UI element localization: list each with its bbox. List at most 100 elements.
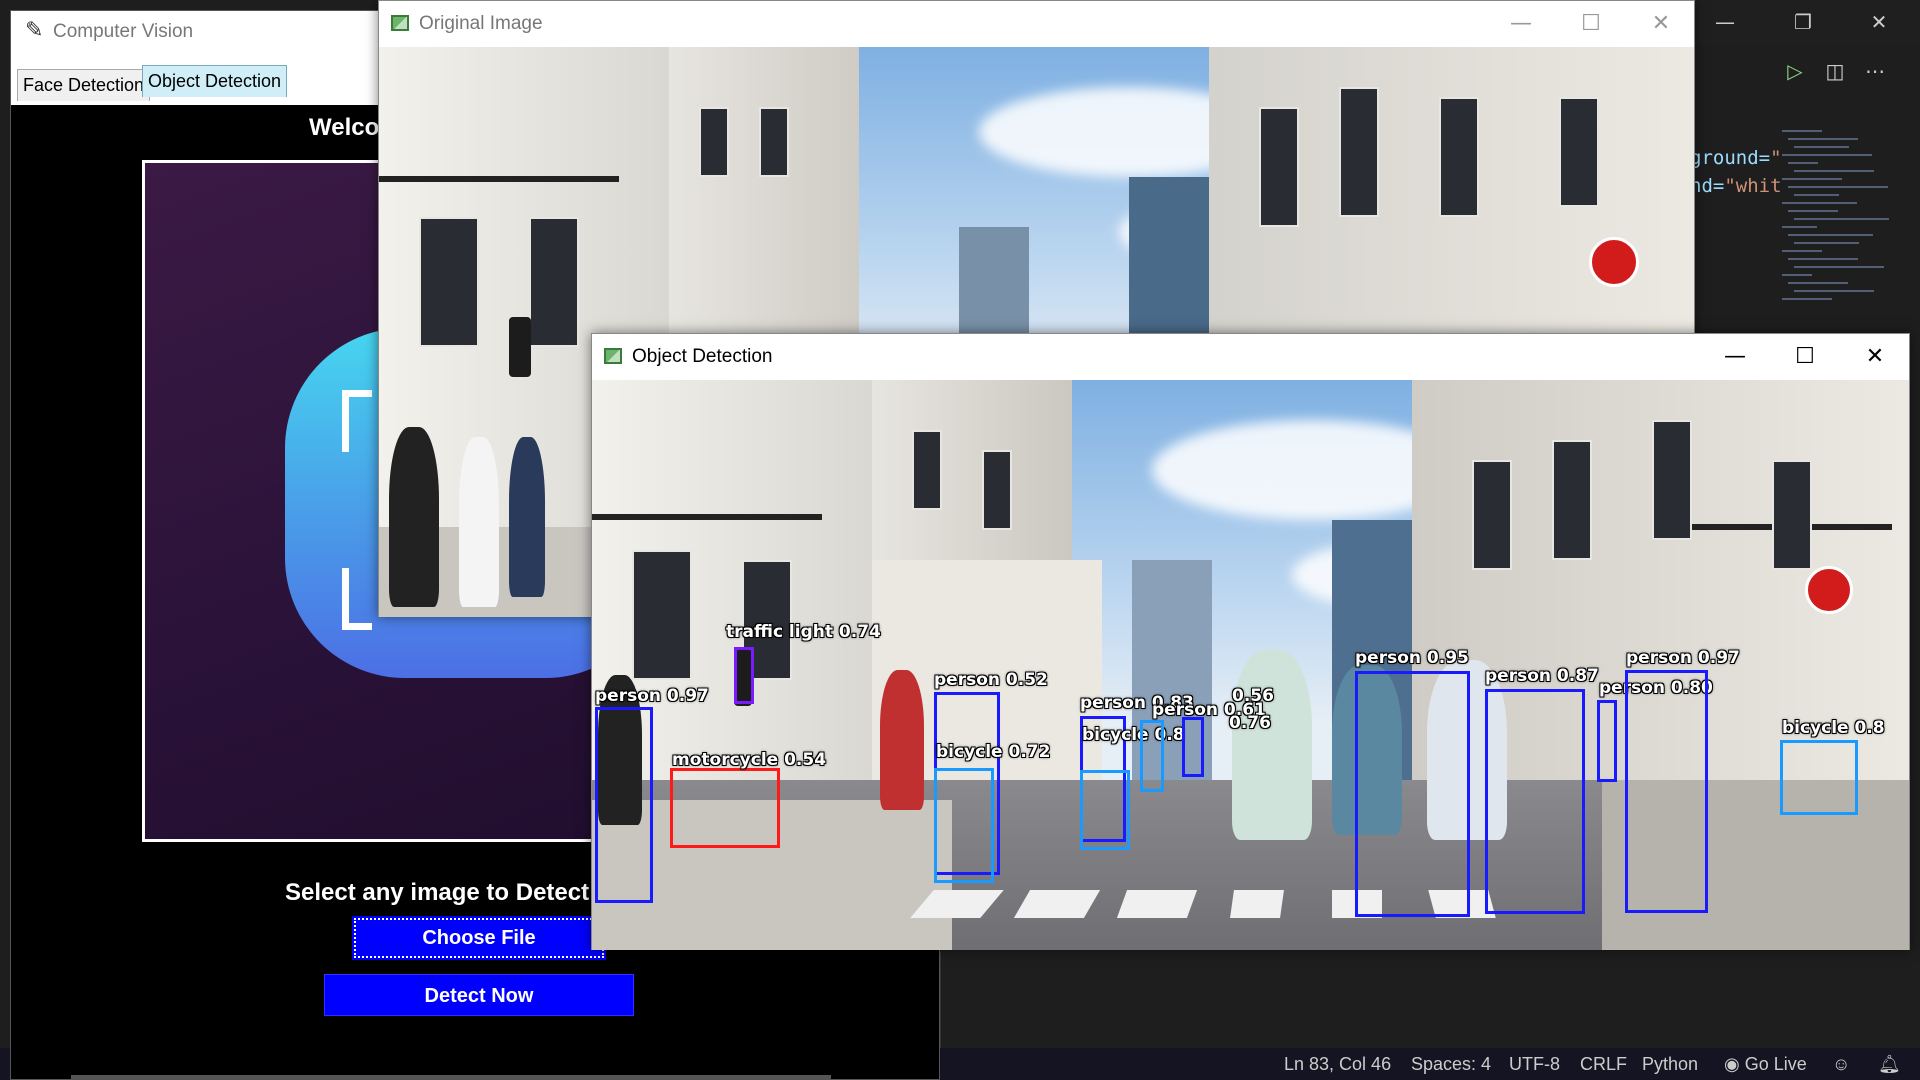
detection-box bbox=[734, 647, 754, 704]
crosswalk-stripe bbox=[1230, 890, 1284, 918]
original-titlebar: Original Image — ☐ ✕ bbox=[379, 1, 1694, 47]
tab-face-detection[interactable]: Face Detection bbox=[17, 69, 151, 101]
minimap-line bbox=[1782, 202, 1857, 204]
minimap-line bbox=[1782, 226, 1817, 228]
close-icon[interactable]: ✕ bbox=[1844, 0, 1914, 46]
restore-icon[interactable]: ❐ bbox=[1768, 0, 1838, 46]
minimap-line bbox=[1788, 138, 1858, 140]
minimize-icon[interactable]: — bbox=[1700, 334, 1770, 380]
minimap-line bbox=[1794, 266, 1884, 268]
broadcast-icon: ◉ bbox=[1724, 1054, 1745, 1074]
window-title: Object Detection bbox=[632, 346, 773, 367]
detection-label: motorcycle 0.54 bbox=[672, 750, 827, 770]
encoding[interactable]: UTF-8 bbox=[1509, 1054, 1560, 1075]
language-mode[interactable]: Python bbox=[1642, 1054, 1698, 1075]
detection-box bbox=[670, 768, 780, 848]
detection-box bbox=[934, 768, 994, 883]
tab-object-detection[interactable]: Object Detection bbox=[142, 65, 288, 97]
minimap[interactable] bbox=[1782, 130, 1902, 330]
person bbox=[509, 437, 545, 597]
choose-file-button[interactable]: Choose File bbox=[352, 916, 606, 960]
detection-label: person 0.87 bbox=[1485, 666, 1599, 686]
window bbox=[1652, 420, 1692, 540]
window bbox=[1472, 460, 1512, 570]
image-app-icon bbox=[604, 348, 622, 364]
minimap-line bbox=[1788, 282, 1848, 284]
balcony bbox=[592, 400, 822, 520]
minimap-line bbox=[1782, 298, 1832, 300]
window bbox=[759, 107, 789, 177]
window bbox=[699, 107, 729, 177]
maximize-icon[interactable]: ☐ bbox=[1770, 334, 1840, 380]
minimap-line bbox=[1782, 130, 1822, 132]
person bbox=[389, 427, 439, 607]
code-line: nd="whit bbox=[1690, 175, 1780, 197]
minimap-line bbox=[1782, 250, 1822, 252]
person bbox=[880, 670, 924, 810]
code-line: ground="w bbox=[1690, 147, 1780, 169]
close-icon[interactable]: ✕ bbox=[1840, 334, 1910, 380]
detection-box bbox=[1780, 740, 1858, 815]
cursor-position[interactable]: Ln 83, Col 46 bbox=[1284, 1054, 1391, 1075]
detection-label: traffic light 0.74 bbox=[726, 622, 881, 642]
code-editor[interactable]: ground="w nd="whit bbox=[1690, 144, 1780, 200]
minimap-line bbox=[1794, 242, 1859, 244]
image-app-icon bbox=[391, 15, 409, 31]
detection-label: bicycle 0.8 bbox=[1782, 718, 1885, 738]
minimap-line bbox=[1782, 178, 1842, 180]
window bbox=[419, 217, 479, 347]
minimap-line bbox=[1788, 258, 1858, 260]
detection-label: person 0.97 bbox=[1626, 648, 1740, 668]
minimap-line bbox=[1782, 154, 1872, 156]
indentation[interactable]: Spaces: 4 bbox=[1411, 1054, 1491, 1075]
go-live-button[interactable]: ◉ Go Live bbox=[1724, 1054, 1807, 1075]
no-entry-sign-icon bbox=[1589, 237, 1639, 287]
detection-label: bicycle 0.72 bbox=[936, 742, 1051, 762]
detection-label: person 0.95 bbox=[1355, 648, 1469, 668]
close-icon[interactable]: ✕ bbox=[1626, 1, 1696, 47]
detection-box bbox=[1140, 720, 1164, 792]
detection-box bbox=[1625, 670, 1708, 913]
window bbox=[1559, 97, 1599, 207]
window bbox=[529, 217, 579, 347]
detection-label: person 0.52 bbox=[934, 670, 1048, 690]
run-icon[interactable]: ▷ bbox=[1780, 56, 1810, 86]
logo-bracket-bottom bbox=[342, 568, 372, 630]
more-actions-icon[interactable]: ⋯ bbox=[1860, 56, 1890, 86]
minimap-line bbox=[1788, 210, 1838, 212]
window-title: Original Image bbox=[419, 13, 543, 34]
window bbox=[1339, 87, 1379, 217]
line-ending[interactable]: CRLF bbox=[1580, 1054, 1627, 1075]
traffic-light-icon bbox=[509, 317, 531, 377]
detection-image-canvas: traffic light 0.74 person 0.97 motorcycl… bbox=[592, 380, 1909, 950]
window bbox=[982, 450, 1012, 530]
maximize-icon[interactable]: ☐ bbox=[1556, 1, 1626, 47]
bell-icon[interactable]: 🔔︎ bbox=[1878, 1054, 1901, 1075]
crosswalk-stripe bbox=[1116, 890, 1198, 918]
minimap-line bbox=[1794, 146, 1849, 148]
balcony bbox=[379, 72, 619, 182]
welcome-heading: Welco bbox=[309, 114, 380, 141]
detection-box bbox=[1080, 770, 1130, 850]
detection-label: 0.76 bbox=[1229, 713, 1271, 733]
split-editor-icon[interactable]: ◫ bbox=[1820, 56, 1850, 86]
minimap-line bbox=[1782, 274, 1812, 276]
logo-bracket-top bbox=[342, 390, 372, 452]
detection-box bbox=[1597, 700, 1617, 782]
minimize-icon[interactable]: — bbox=[1690, 0, 1760, 46]
detection-box bbox=[1355, 671, 1470, 917]
window bbox=[1439, 97, 1479, 217]
feedback-icon[interactable]: ☺ bbox=[1832, 1054, 1850, 1075]
window bbox=[1259, 107, 1299, 227]
detect-now-button[interactable]: Detect Now bbox=[324, 974, 634, 1016]
select-image-label: Select any image to Detect bbox=[285, 879, 590, 906]
detection-label: bicycle 0.8 bbox=[1082, 725, 1185, 745]
detection-box bbox=[1182, 717, 1204, 777]
minimap-line bbox=[1788, 234, 1873, 236]
minimize-icon[interactable]: — bbox=[1486, 1, 1556, 47]
vscode-panel bbox=[940, 952, 1920, 1052]
window bbox=[912, 430, 942, 510]
window-title: Computer Vision bbox=[53, 21, 194, 42]
horizontal-scrollbar[interactable] bbox=[71, 1075, 831, 1079]
person bbox=[1232, 650, 1312, 840]
